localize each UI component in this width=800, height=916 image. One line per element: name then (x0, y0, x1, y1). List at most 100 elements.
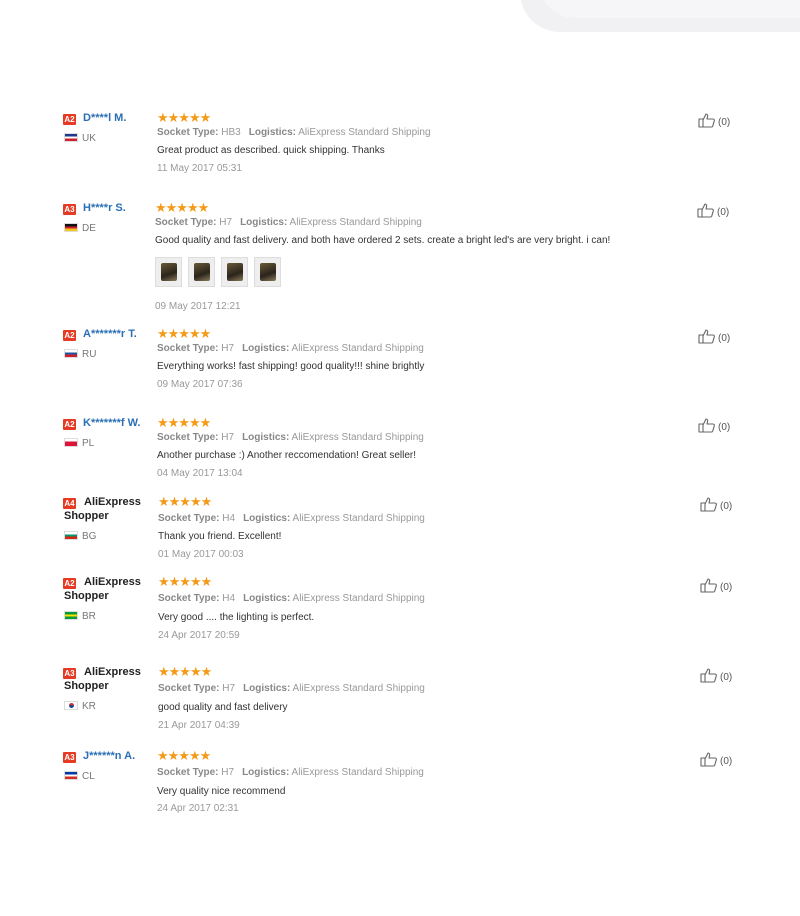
review-text: Very quality nice recommend (157, 786, 286, 797)
logistics-value: AliExpress Standard Shipping (289, 217, 422, 228)
order-info: Socket Type: H7 Logistics: AliExpress Sta… (158, 683, 425, 695)
buyer-name: AliExpress Shopper (64, 576, 141, 602)
flag-icon (64, 611, 78, 620)
review-date: 04 May 2017 13:04 (157, 468, 243, 479)
flag-icon (64, 223, 78, 232)
review-date: 24 Apr 2017 20:59 (158, 630, 240, 641)
flag-icon (64, 438, 78, 447)
thumbs-up-icon (698, 417, 716, 438)
helpful-count: (0) (720, 501, 733, 512)
buyer-name: D****l M. (83, 112, 127, 124)
country-code: PL (82, 438, 95, 449)
helpful-button[interactable]: (0) (698, 112, 730, 133)
order-info: Socket Type: H7 Logistics: AliExpress Sta… (157, 432, 424, 444)
buyer-country: PL (64, 438, 94, 450)
thumbs-up-icon (697, 202, 715, 223)
review-date: 21 Apr 2017 04:39 (158, 720, 240, 731)
logistics-label: Logistics: (242, 767, 290, 778)
buyer-name: AliExpress Shopper (64, 496, 141, 522)
helpful-button[interactable]: (0) (697, 202, 729, 223)
thumbs-up-icon (698, 112, 716, 133)
review-text: Everything works! fast shipping! good qu… (157, 361, 425, 372)
buyer-level-badge: A2 (63, 419, 76, 430)
buyer-name: J******n A. (83, 750, 136, 762)
review-photo-thumbnail[interactable] (188, 257, 215, 287)
helpful-count: (0) (720, 672, 733, 683)
review-photo-thumbnail[interactable] (155, 257, 182, 287)
socket-type-value: H7 (221, 343, 235, 354)
star-rating: ★★★★★ (158, 664, 212, 679)
socket-type-value: H7 (221, 432, 235, 443)
socket-type-label: Socket Type: (157, 343, 219, 354)
socket-type-value: H7 (219, 217, 233, 228)
review-date: 09 May 2017 07:36 (157, 379, 243, 390)
order-info: Socket Type: H4 Logistics: AliExpress Sta… (158, 593, 425, 605)
review-date: 09 May 2017 12:21 (155, 301, 241, 312)
thumbs-up-icon (700, 496, 718, 517)
order-info: Socket Type: HB3 Logistics: AliExpress St… (157, 127, 431, 139)
socket-type-value: H7 (222, 683, 236, 694)
country-code: BG (82, 531, 97, 542)
buyer-country: BR (64, 611, 96, 623)
country-code: RU (82, 349, 97, 360)
review-text: good quality and fast delivery (158, 702, 288, 713)
helpful-button[interactable]: (0) (700, 667, 732, 688)
socket-type-value: H4 (222, 593, 236, 604)
helpful-button[interactable]: (0) (700, 577, 732, 598)
buyer-country: KR (64, 701, 96, 713)
order-info: Socket Type: H4 Logistics: AliExpress Sta… (158, 513, 425, 525)
logistics-label: Logistics: (243, 593, 291, 604)
socket-type-label: Socket Type: (158, 513, 220, 524)
logistics-value: AliExpress Standard Shipping (291, 432, 424, 443)
helpful-count: (0) (718, 333, 731, 344)
review-text: Good quality and fast delivery. and both… (155, 235, 611, 246)
socket-type-label: Socket Type: (158, 683, 220, 694)
helpful-button[interactable]: (0) (698, 417, 730, 438)
helpful-count: (0) (717, 207, 730, 218)
review-date: 01 May 2017 00:03 (158, 549, 244, 560)
logistics-value: AliExpress Standard Shipping (291, 343, 424, 354)
socket-type-label: Socket Type: (155, 217, 217, 228)
review-photo-thumbnail[interactable] (254, 257, 281, 287)
buyer-name: K*******f W. (83, 417, 141, 429)
order-info: Socket Type: H7 Logistics: AliExpress Sta… (157, 343, 424, 355)
helpful-button[interactable]: (0) (698, 328, 730, 349)
helpful-button[interactable]: (0) (700, 496, 732, 517)
socket-type-value: HB3 (221, 127, 241, 138)
buyer-country: CL (64, 771, 95, 783)
country-code: KR (82, 701, 96, 712)
helpful-count: (0) (718, 422, 731, 433)
order-info: Socket Type: H7 Logistics: AliExpress Sta… (157, 767, 424, 779)
socket-type-label: Socket Type: (157, 767, 219, 778)
country-code: BR (82, 611, 96, 622)
buyer-country: DE (64, 223, 96, 235)
star-rating: ★★★★★ (157, 326, 211, 341)
buyer-level-badge: A2 (63, 330, 76, 341)
logistics-label: Logistics: (242, 432, 290, 443)
review-text: Thank you friend. Excellent! (158, 531, 282, 542)
buyer-level-badge: A3 (63, 752, 76, 763)
buyer-country: RU (64, 349, 96, 361)
logistics-label: Logistics: (242, 343, 290, 354)
thumbs-up-icon (700, 751, 718, 772)
review-date: 11 May 2017 05:31 (157, 163, 242, 174)
socket-type-label: Socket Type: (158, 593, 220, 604)
star-rating: ★★★★★ (157, 110, 211, 125)
logistics-value: AliExpress Standard Shipping (292, 513, 425, 524)
socket-type-value: H7 (221, 767, 235, 778)
review-photo-thumbnail[interactable] (221, 257, 248, 287)
buyer-level-badge: A3 (63, 204, 76, 215)
buyer-name: A*******r T. (83, 328, 137, 340)
review-date: 24 Apr 2017 02:31 (157, 803, 239, 814)
star-rating: ★★★★★ (158, 574, 212, 589)
flag-icon (64, 531, 78, 540)
socket-type-label: Socket Type: (157, 432, 219, 443)
logistics-label: Logistics: (243, 513, 291, 524)
star-rating: ★★★★★ (157, 748, 211, 763)
helpful-button[interactable]: (0) (700, 751, 732, 772)
star-rating: ★★★★★ (158, 494, 212, 509)
review-text: Great product as described. quick shippi… (157, 145, 385, 156)
logistics-value: AliExpress Standard Shipping (298, 127, 431, 138)
logistics-value: AliExpress Standard Shipping (292, 593, 425, 604)
socket-type-label: Socket Type: (157, 127, 219, 138)
